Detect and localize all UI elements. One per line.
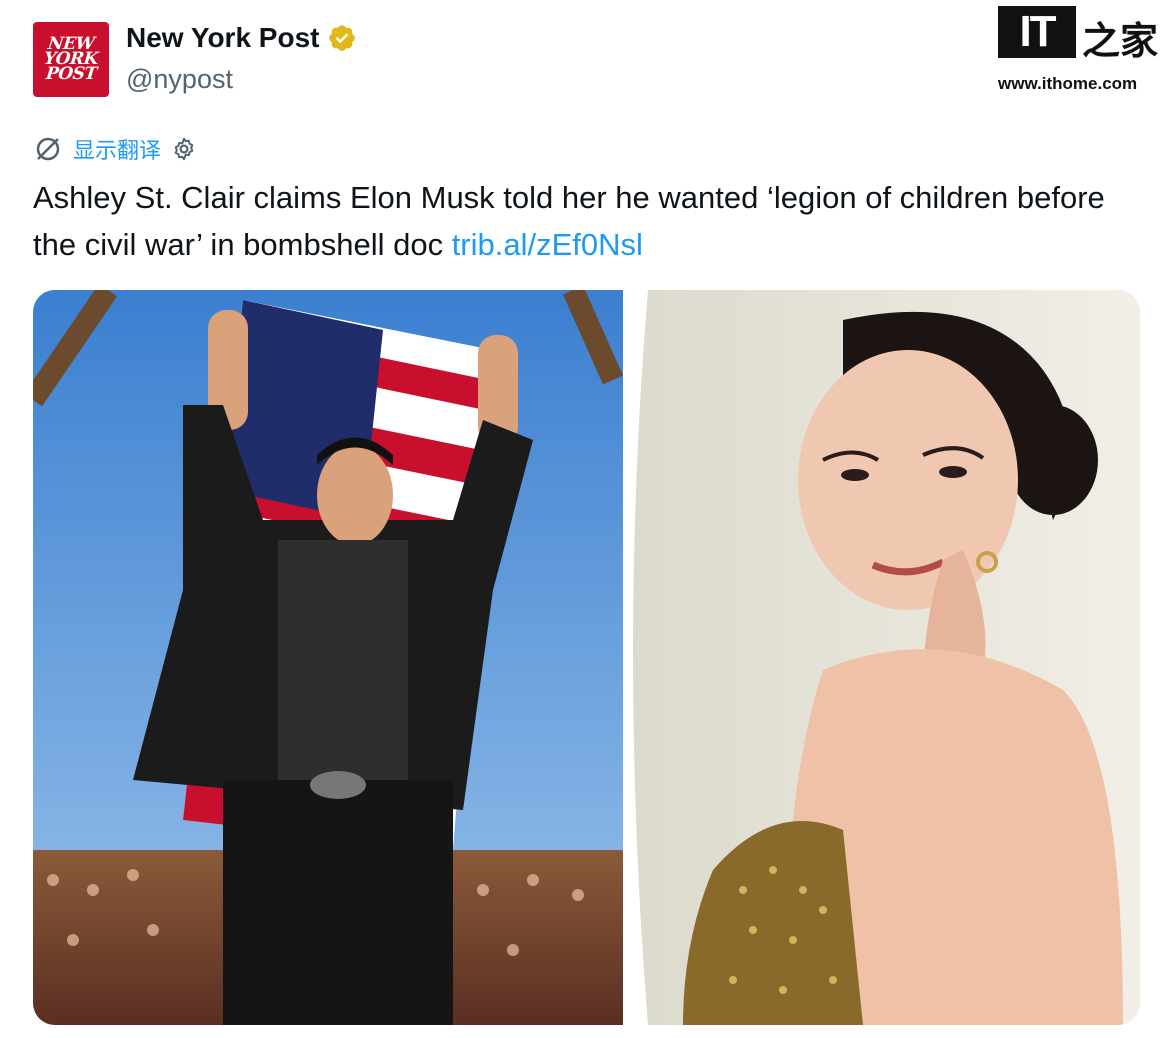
tweet-link[interactable]: trib.al/zEf0Nsl: [452, 227, 643, 262]
account-name[interactable]: New York Post: [126, 22, 319, 54]
account-avatar[interactable]: NEW YORK POST: [33, 22, 109, 97]
ithome-site: www.ithome.com: [998, 74, 1138, 93]
left-photo-illustration: [33, 290, 623, 1025]
account-handle[interactable]: @nypost: [126, 64, 233, 95]
tweet-media[interactable]: [33, 290, 1140, 1025]
ithome-logo-cn: 之家: [1082, 18, 1159, 63]
media-photo-right[interactable]: [623, 290, 1140, 1025]
gear-icon[interactable]: [171, 136, 197, 162]
translate-row[interactable]: 显示翻译: [33, 133, 197, 165]
account-name-row[interactable]: New York Post: [126, 22, 357, 54]
ithome-watermark: IT 之家 www.ithome.com: [998, 6, 1158, 96]
media-photo-left[interactable]: [33, 290, 623, 1025]
avatar-line-3: POST: [44, 64, 98, 84]
no-translate-globe-icon: [36, 137, 60, 161]
verified-badge-icon: [329, 25, 356, 51]
right-photo-illustration: [623, 290, 1140, 1025]
show-translation-link[interactable]: 显示翻译: [73, 133, 161, 165]
ithome-logo-box: IT: [998, 6, 1076, 58]
tweet-text: Ashley St. Clair claims Elon Musk told h…: [33, 174, 1143, 268]
